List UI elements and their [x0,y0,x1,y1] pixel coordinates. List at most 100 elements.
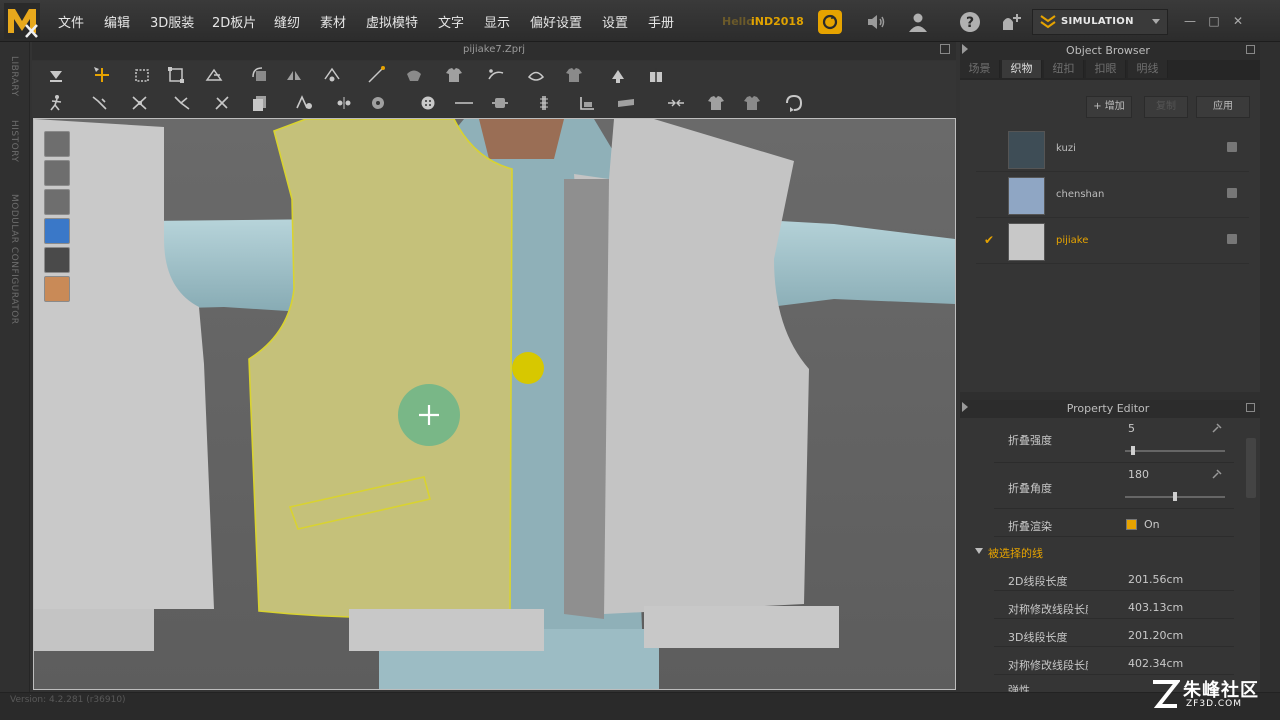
view-shirt-icon[interactable] [44,160,70,186]
sewing-3d-icon[interactable] [486,65,506,85]
view-avatar-icon[interactable] [44,189,70,215]
user-icon[interactable] [906,10,930,34]
menu-display[interactable]: 显示 [484,12,510,31]
viewport-maximize-icon[interactable] [940,44,950,54]
property-editor-scrollbar[interactable] [1246,438,1256,498]
modular-configurator-tab[interactable]: MODULAR CONFIGURATOR [9,194,19,325]
fold-arrange-tool-icon[interactable] [616,93,636,113]
maximize-button[interactable]: □ [1206,14,1222,28]
garment-3d-icon[interactable] [444,65,464,85]
fabric-row-pijiake[interactable]: ✔ pijiake [976,220,1249,264]
flip-pattern-icon[interactable] [284,65,304,85]
library-tab[interactable]: LIBRARY [9,56,19,97]
pin-icon[interactable] [1211,422,1223,434]
watermark: 朱峰社区 ZF3D.COM [1150,676,1275,716]
rotate-pattern-icon[interactable] [250,65,270,85]
view-shaded-icon[interactable] [44,247,70,273]
minimize-button[interactable]: — [1182,14,1198,28]
3d-viewport[interactable] [33,118,956,690]
save-fabric-icon[interactable] [1227,142,1237,152]
line-tool-icon[interactable] [454,93,474,113]
save-fabric-icon[interactable] [1227,188,1237,198]
help-icon[interactable]: ? [958,10,982,34]
save-fabric-icon[interactable] [1227,234,1237,244]
fold-arrange-icon[interactable] [404,65,424,85]
add-fabric-button[interactable]: + 增加 [1086,96,1132,118]
tab-fabric[interactable]: 织物 [1002,60,1042,78]
marvelous-logo-icon[interactable] [4,3,40,39]
section-title[interactable]: 被选择的线 [988,545,1043,561]
shirt-sew-icon[interactable] [564,65,584,85]
menu-manual[interactable]: 手册 [648,12,674,31]
pin-icon[interactable] [1211,468,1223,480]
panel-maximize-icon[interactable] [1246,45,1255,54]
username-text[interactable]: iND2018 [751,15,804,28]
zipper-add-icon[interactable] [534,93,554,113]
shirt-hang-icon[interactable] [706,93,726,113]
tab-buttons[interactable]: 纽扣 [1044,60,1084,78]
gift-garment-icon[interactable] [646,65,666,85]
tack-icon[interactable] [526,65,546,85]
copy-pattern-icon[interactable] [250,93,270,113]
measure-icon[interactable] [666,93,686,113]
add-user-icon[interactable] [1000,10,1024,34]
fold-angle-slider[interactable] [1125,492,1225,501]
slider-thumb[interactable] [1130,446,1135,455]
tape-tool-icon[interactable] [172,93,192,113]
pin-tool-icon[interactable] [90,93,110,113]
panel-maximize-icon[interactable] [1246,403,1255,412]
puckering-icon[interactable] [490,93,510,113]
fabric-row-kuzi[interactable]: kuzi [976,128,1249,172]
menu-edit[interactable]: 编辑 [104,12,130,31]
simulate-drop-icon[interactable] [46,65,66,85]
cut-tool-icon[interactable] [212,93,232,113]
avatar-hanger-icon[interactable] [608,65,628,85]
menu-file[interactable]: 文件 [58,12,84,31]
history-tab[interactable]: HISTORY [9,120,19,162]
menu-avatar[interactable]: 虚拟模特 [366,12,418,31]
buttonhole-tool-icon[interactable] [334,93,354,113]
button-tool-icon[interactable] [294,93,314,113]
view-garment-icon[interactable] [44,131,70,157]
fabric-row-chenshan[interactable]: chenshan [976,174,1249,218]
copy-fabric-button[interactable]: 复制 [1144,96,1188,118]
fold-strength-slider[interactable] [1125,446,1225,455]
fold-render-checkbox[interactable] [1126,519,1137,530]
menu-text[interactable]: 文字 [438,12,464,31]
tab-buttonholes[interactable]: 扣眼 [1086,60,1126,78]
zipper-tool-icon[interactable] [368,93,388,113]
chevron-down-icon[interactable] [1151,18,1161,26]
menu-2d-pattern[interactable]: 2D板片 [212,12,256,31]
menu-preferences[interactable]: 偏好设置 [530,12,582,31]
cloud-sync-icon[interactable] [818,10,842,34]
select-move-icon[interactable] [92,65,112,85]
arrange-icon[interactable] [322,65,342,85]
menu-3d-garment[interactable]: 3D服装 [150,12,194,31]
tab-scene[interactable]: 场景 [960,60,1000,78]
slider-thumb[interactable] [1173,492,1177,501]
steam-tool-icon[interactable] [130,93,150,113]
shirt-drape-icon[interactable] [742,93,762,113]
fold-angle-value[interactable]: 180 [1128,468,1149,481]
transform-icon[interactable] [166,65,186,85]
tab-topstitch[interactable]: 明线 [1128,60,1168,78]
close-button[interactable]: ✕ [1230,14,1246,28]
menu-settings[interactable]: 设置 [602,12,628,31]
view-texture-icon[interactable] [44,218,70,244]
stitch-icon[interactable] [418,93,438,113]
avatar-pose-icon[interactable] [46,93,66,113]
fold-strength-value[interactable]: 5 [1128,422,1135,435]
view-avatar-skin-icon[interactable] [44,276,70,302]
speaker-icon[interactable] [864,10,888,34]
garment-scene[interactable] [34,119,955,689]
box-select-icon[interactable] [132,65,152,85]
menu-sewing[interactable]: 缝纫 [274,12,300,31]
menu-materials[interactable]: 素材 [320,12,346,31]
edit-curve-icon[interactable] [366,65,386,85]
simulation-button[interactable]: SIMULATION [1032,9,1168,35]
unfold-icon[interactable] [204,65,224,85]
fold-line-icon[interactable] [578,93,598,113]
section-collapse-icon[interactable] [975,548,983,554]
reset-garment-icon[interactable] [784,93,804,113]
apply-fabric-button[interactable]: 应用 [1196,96,1250,118]
